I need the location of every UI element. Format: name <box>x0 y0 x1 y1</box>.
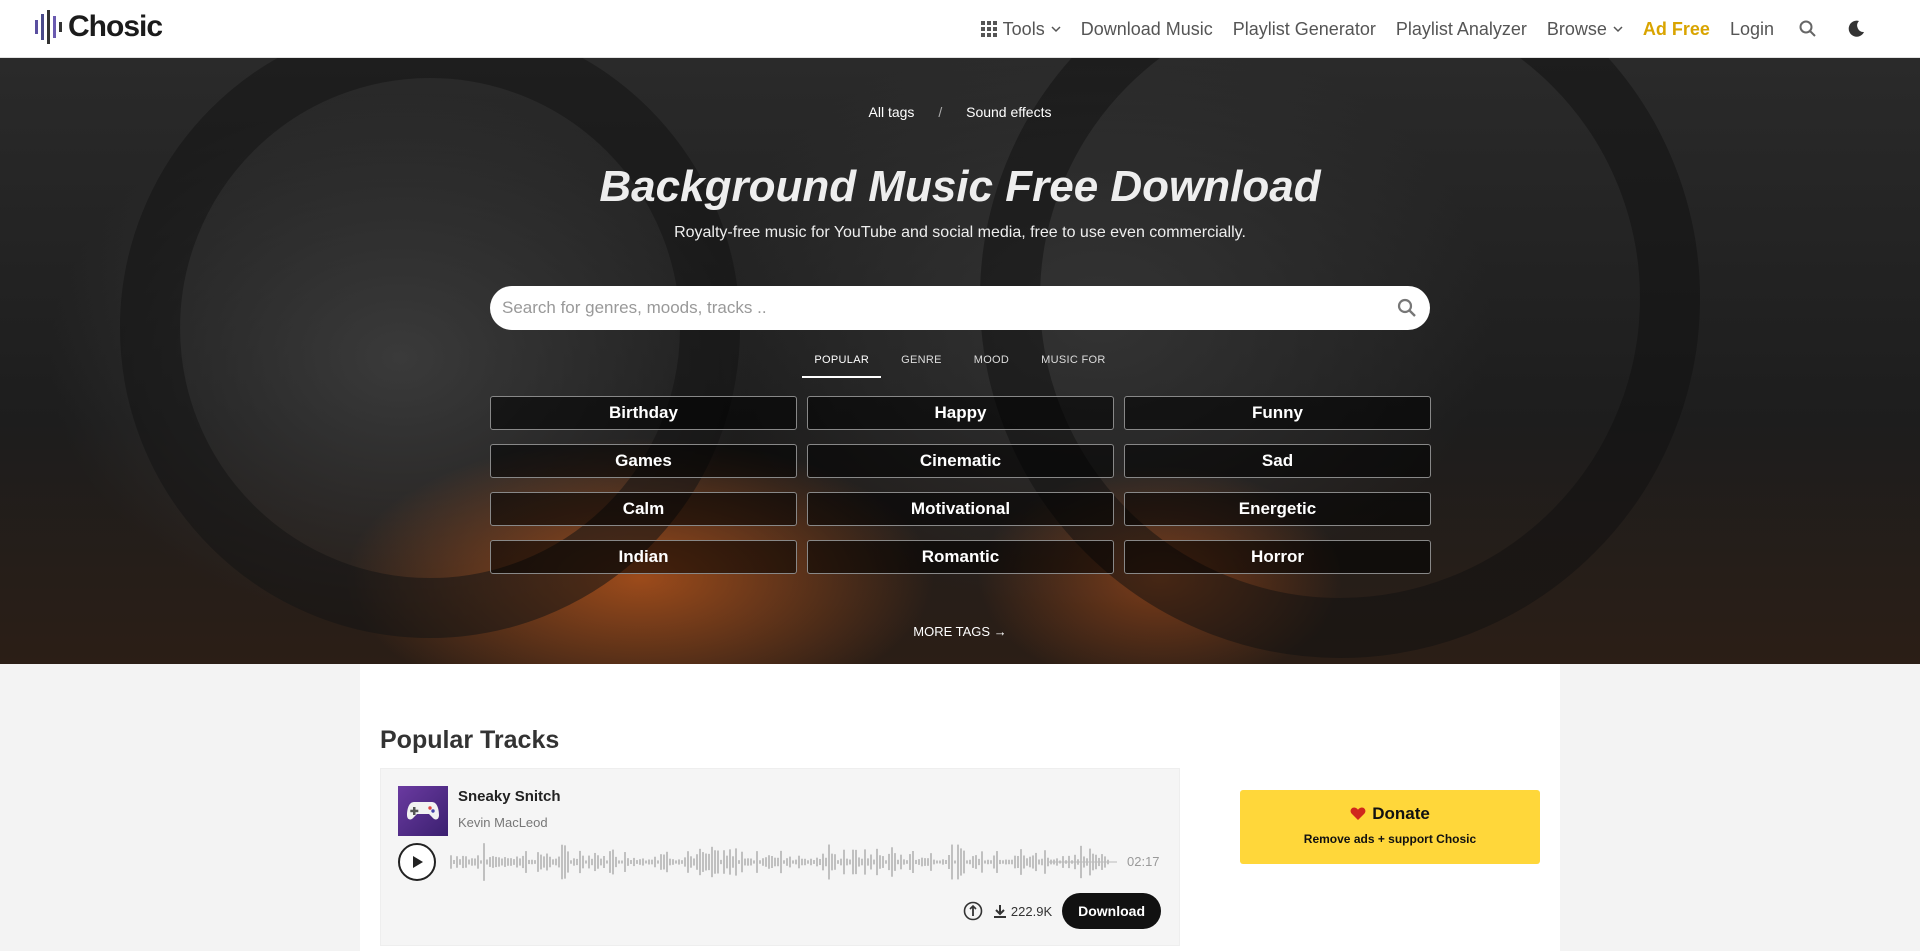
tag-button[interactable]: Horror <box>1124 540 1431 574</box>
nav-ad-free[interactable]: Ad Free <box>1633 19 1720 40</box>
nav-playlist-analyzer[interactable]: Playlist Analyzer <box>1386 19 1537 40</box>
tag-button[interactable]: Happy <box>807 396 1114 430</box>
main-content: Popular Tracks Sneaky Snitch Kevin MacLe… <box>360 664 1560 951</box>
search-input[interactable] <box>502 298 1396 318</box>
gamepad-icon <box>407 802 439 820</box>
download-icon <box>993 905 1006 918</box>
tag-button[interactable]: Cinematic <box>807 444 1114 478</box>
donate-subtitle: Remove ads + support Chosic <box>1303 832 1477 846</box>
tab-genre[interactable]: GENRE <box>889 348 954 378</box>
logo[interactable]: Chosic <box>34 10 163 44</box>
hero-section: All tags / Sound effects Background Musi… <box>0 58 1920 664</box>
tag-button[interactable]: Games <box>490 444 797 478</box>
breadcrumb-all-tags[interactable]: All tags <box>869 104 915 120</box>
nav-tools[interactable]: Tools <box>971 19 1071 40</box>
donate-button[interactable]: Donate Remove ads + support Chosic <box>1240 790 1540 864</box>
breadcrumb-sound-effects[interactable]: Sound effects <box>966 104 1051 120</box>
tab-mood[interactable]: MOOD <box>962 348 1021 378</box>
track-artist[interactable]: Kevin MacLeod <box>458 815 548 830</box>
dark-mode-icon[interactable] <box>1846 19 1866 39</box>
search-icon[interactable] <box>1396 297 1418 319</box>
donate-title: Donate <box>1240 804 1540 824</box>
nav-tools-label: Tools <box>1002 18 1045 39</box>
track-actions: 222.9K Download <box>963 893 1161 929</box>
tag-tabs: POPULAR GENRE MOOD MUSIC FOR <box>0 348 1920 378</box>
waveform[interactable] <box>449 839 1119 885</box>
tab-music-for[interactable]: MUSIC FOR <box>1029 348 1117 378</box>
tag-button[interactable]: Sad <box>1124 444 1431 478</box>
nav-playlist-generator[interactable]: Playlist Generator <box>1223 19 1386 40</box>
track-cover[interactable] <box>398 786 448 836</box>
chevron-down-icon <box>1051 26 1061 33</box>
download-count: 222.9K <box>993 904 1052 919</box>
page-subtitle: Royalty-free music for YouTube and socia… <box>674 224 1246 241</box>
download-count-value: 222.9K <box>1010 903 1053 919</box>
tab-popular[interactable]: POPULAR <box>802 348 882 378</box>
tag-button[interactable]: Indian <box>490 540 797 574</box>
main-nav: Tools Download Music Playlist Generator … <box>971 0 1880 58</box>
site-header: Chosic Tools Download Music Playlist Gen… <box>0 0 1920 58</box>
tag-button[interactable]: Motivational <box>807 492 1114 526</box>
grid-icon <box>980 21 997 37</box>
play-icon <box>413 856 423 868</box>
track-card: Sneaky Snitch Kevin MacLeod 02:17 222.9K… <box>380 768 1180 946</box>
chevron-down-icon <box>1613 26 1623 33</box>
popular-tracks-title: Popular Tracks <box>380 726 560 754</box>
nav-browse[interactable]: Browse <box>1537 19 1633 40</box>
logo-icon <box>35 10 62 44</box>
tag-button[interactable]: Calm <box>490 492 797 526</box>
breadcrumb: All tags / Sound effects <box>0 104 1920 120</box>
more-tags-link[interactable]: MORE TAGS → <box>0 624 1920 639</box>
nav-login[interactable]: Login <box>1720 19 1784 40</box>
search-bar <box>490 286 1430 330</box>
play-button[interactable] <box>398 843 436 881</box>
breadcrumb-separator: / <box>938 104 943 120</box>
nav-browse-label: Browse <box>1546 18 1607 39</box>
track-name[interactable]: Sneaky Snitch <box>458 788 561 805</box>
tag-button[interactable]: Romantic <box>807 540 1114 574</box>
attribution-info-icon[interactable] <box>963 901 983 921</box>
tag-grid: Birthday Happy Funny Games Cinematic Sad… <box>490 396 1431 574</box>
tag-button[interactable]: Energetic <box>1124 492 1431 526</box>
tag-button[interactable]: Birthday <box>490 396 797 430</box>
logo-text: Chosic <box>68 10 163 43</box>
track-duration: 02:17 <box>1127 854 1160 869</box>
nav-download-music[interactable]: Download Music <box>1071 19 1223 40</box>
heart-icon <box>1350 807 1366 820</box>
donate-title-label: Donate <box>1372 804 1430 823</box>
tag-button[interactable]: Funny <box>1124 396 1431 430</box>
download-button[interactable]: Download <box>1062 893 1161 929</box>
page-title: Background Music Free Download <box>599 162 1321 211</box>
search-icon[interactable] <box>1798 19 1818 39</box>
